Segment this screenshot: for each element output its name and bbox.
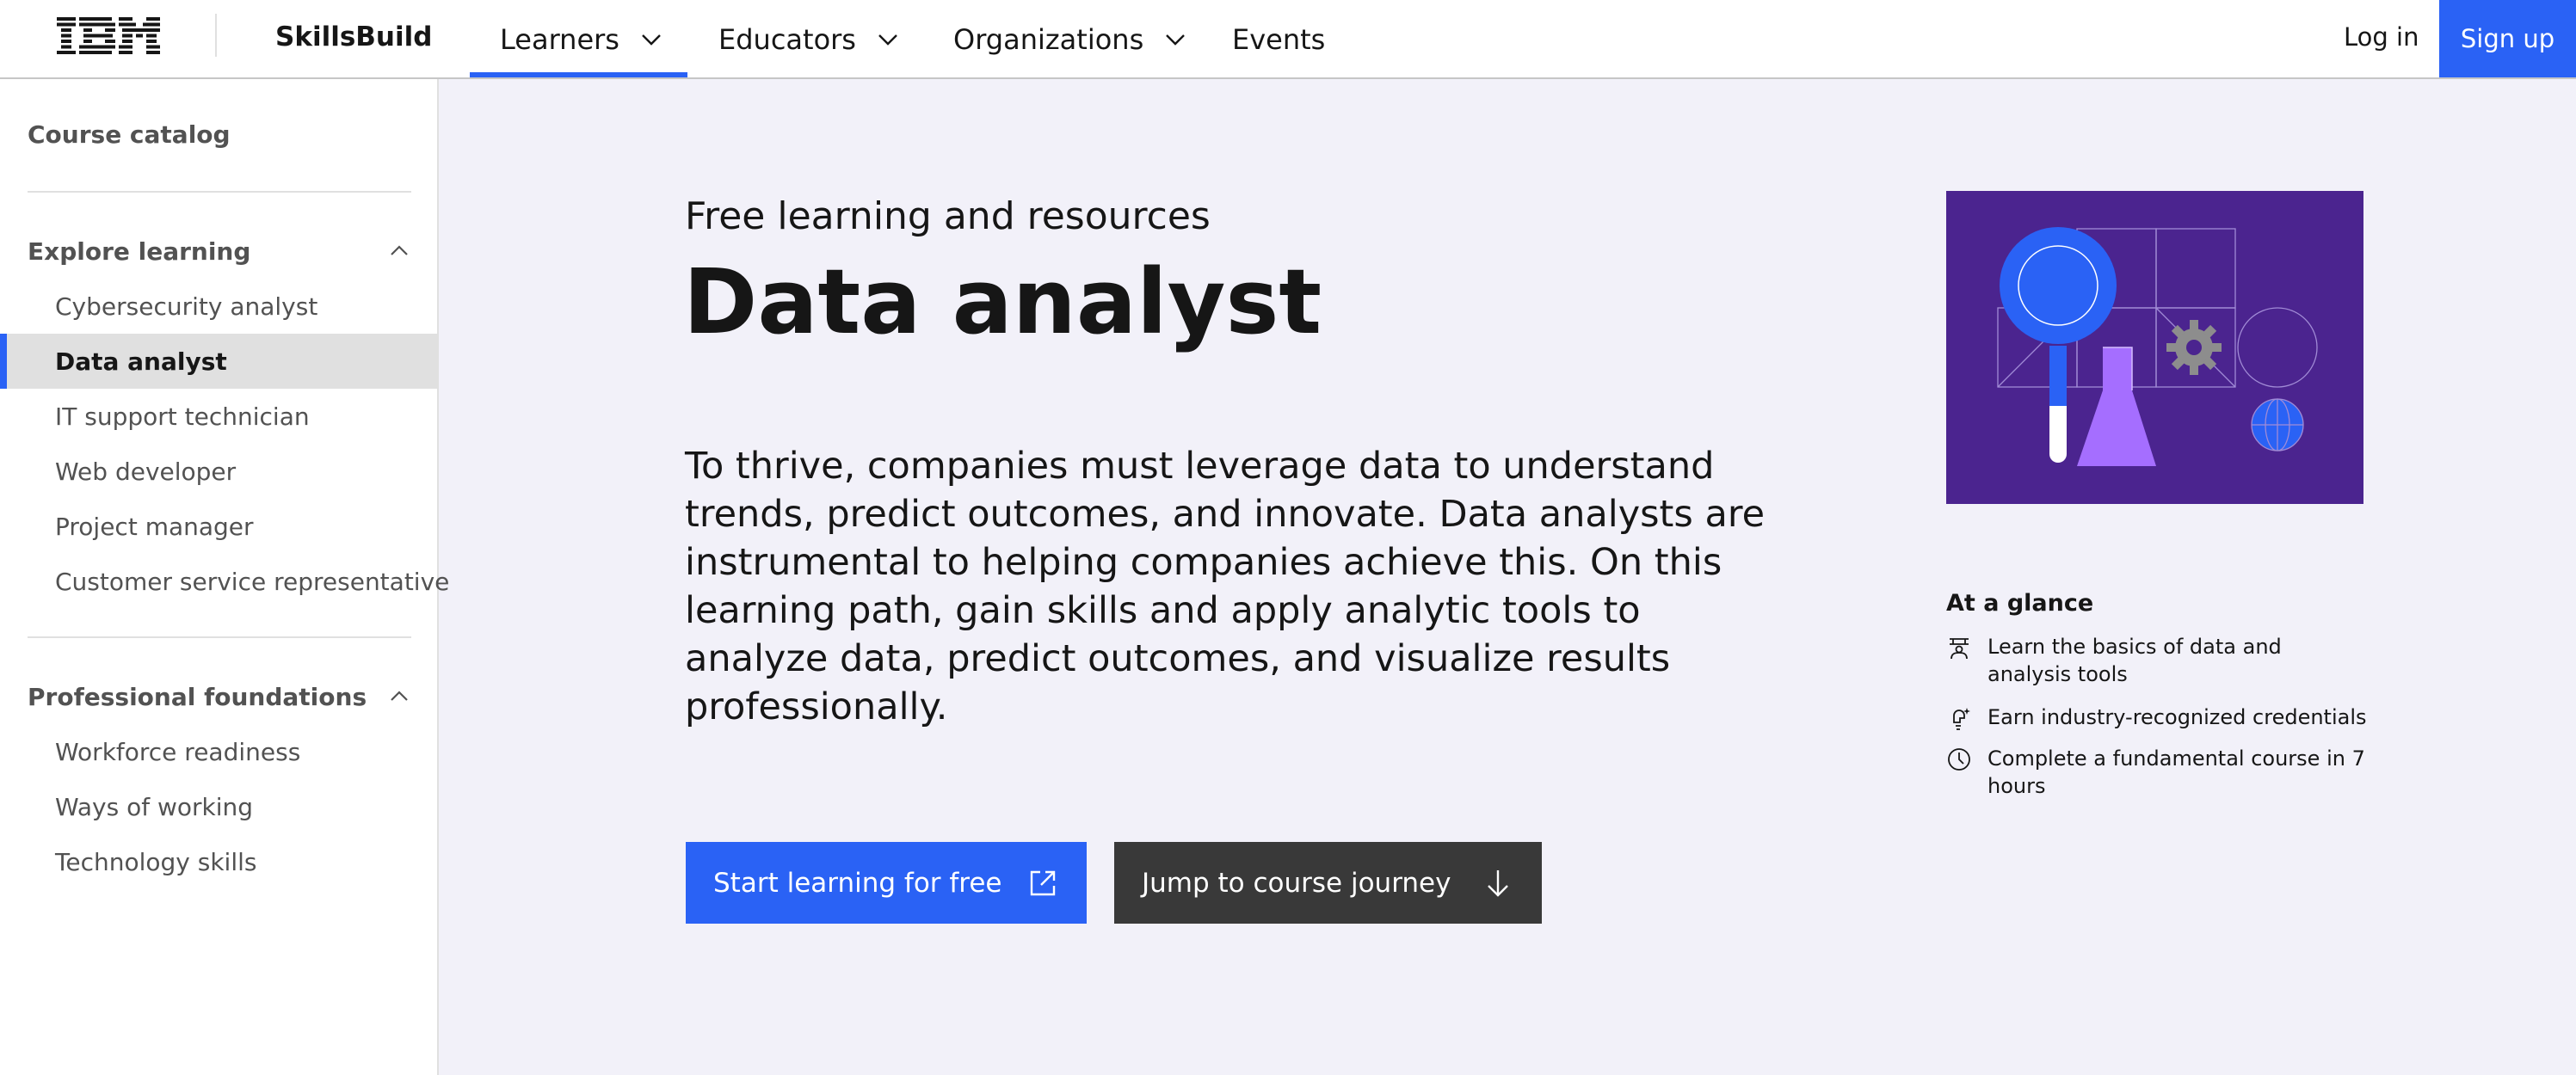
sidebar-group-label: Professional foundations [28,682,367,711]
at-a-glance-title: At a glance [1946,590,2094,617]
jump-to-course-journey-button[interactable]: Jump to course journey [1114,842,1542,924]
launch-icon [1030,870,1056,895]
start-learning-button[interactable]: Start learning for free [686,842,1087,924]
glance-item: Earn industry-recognized credentials [1946,703,2368,731]
data-analyst-illustration [1946,191,2363,504]
sidebar-item-project-manager[interactable]: Project manager [0,499,437,554]
nav-learners-label: Learners [500,23,619,56]
glance-item-text: Learn the basics of data and analysis to… [1987,635,2282,686]
sidebar-course-catalog[interactable]: Course catalog [28,120,231,149]
chevron-down-icon [1166,34,1186,46]
nav-learners[interactable]: Learners [500,0,664,79]
login-link[interactable]: Log in [2344,19,2419,55]
sidebar-group-explore-learning[interactable]: Explore learning [28,234,411,268]
sidebar-item-customer-service-representative[interactable]: Customer service representative [0,554,449,609]
top-navigation: SkillsBuild Learners Educators Organizat… [0,0,2576,79]
glance-item: Complete a fundamental course in 7 hours [1946,745,2368,800]
chevron-up-icon [391,245,408,255]
sidebar-item-ways-of-working[interactable]: Ways of working [0,779,437,834]
sidebar-item-workforce-readiness[interactable]: Workforce readiness [0,724,437,779]
education-icon [1950,638,1969,660]
nav-educators-label: Educators [718,23,856,56]
arrow-down-icon [1488,869,1508,897]
glance-item-text: Complete a fundamental course in 7 hours [1987,746,2365,798]
page-eyebrow: Free learning and resources [685,194,1211,238]
sidebar-group-professional-foundations[interactable]: Professional foundations [28,679,411,714]
start-learning-label: Start learning for free [713,867,1002,899]
chevron-down-icon [878,34,897,46]
jump-to-course-journey-label: Jump to course journey [1142,867,1451,899]
sidebar-item-web-developer[interactable]: Web developer [0,444,437,499]
sidebar-item-technology-skills[interactable]: Technology skills [0,834,437,889]
chevron-up-icon [391,691,408,701]
clock-icon [1948,748,1970,771]
nav-events[interactable]: Events [1232,0,1325,79]
brand-name[interactable]: SkillsBuild [275,19,432,55]
sidebar-item-cybersecurity-analyst[interactable]: Cybersecurity analyst [0,279,437,334]
nav-divider [215,14,217,57]
page-title: Data analyst [683,249,1322,354]
sidebar-item-data-analyst[interactable]: Data analyst [0,334,437,389]
sidebar-divider [28,191,411,193]
nav-organizations-label: Organizations [953,23,1144,56]
sidebar-divider [28,636,411,638]
glance-item-text: Earn industry-recognized credentials [1987,705,2367,729]
nav-events-label: Events [1232,23,1326,56]
signup-button[interactable]: Sign up [2439,0,2576,77]
nav-educators[interactable]: Educators [718,0,901,79]
nav-active-indicator [470,72,687,77]
ibm-logo[interactable] [57,15,160,57]
sidebar-item-it-support-technician[interactable]: IT support technician [0,389,437,444]
page-description: To thrive, companies must leverage data … [685,445,1766,728]
glance-item: Learn the basics of data and analysis to… [1946,633,2368,688]
sidebar-group-label: Explore learning [28,236,251,266]
chevron-down-icon [642,34,661,46]
nav-organizations[interactable]: Organizations [953,0,1188,79]
sidebar: Course catalog Explore learning Cybersec… [0,79,449,1075]
idea-icon [1953,708,1970,730]
